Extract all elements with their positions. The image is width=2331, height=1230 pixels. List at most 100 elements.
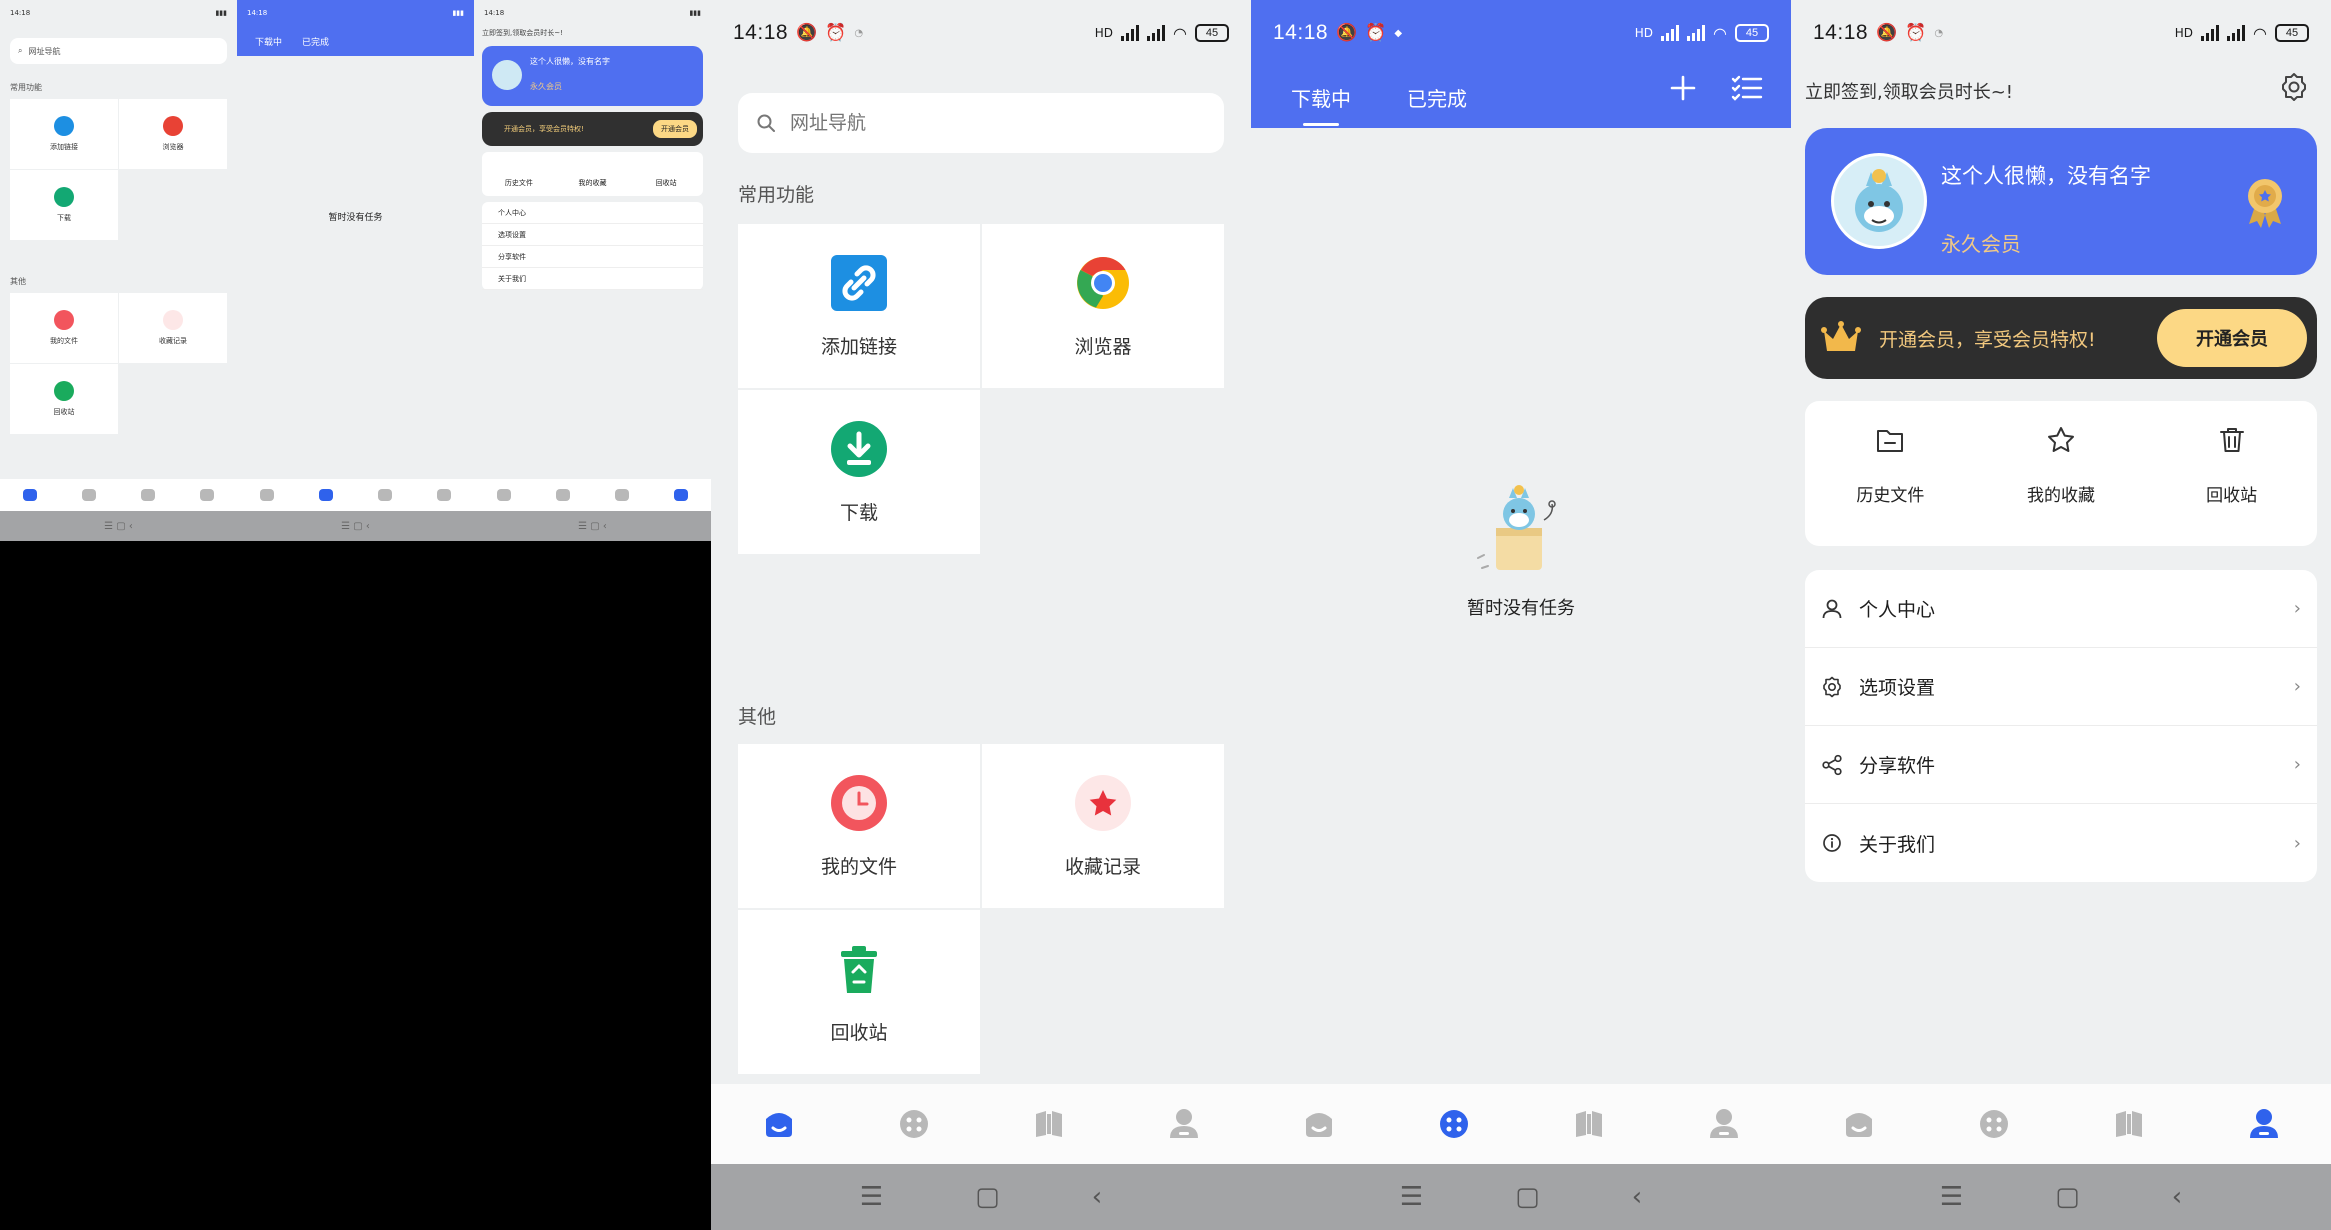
bottom-nav	[1251, 1084, 1791, 1164]
medal-icon	[2243, 176, 2287, 232]
my-favorites-button[interactable]: 我的收藏	[1976, 401, 2147, 546]
recycle-icon	[830, 940, 888, 998]
notification-icon: ◆	[1394, 27, 1403, 39]
gear-icon[interactable]	[2279, 72, 2309, 106]
search-bar[interactable]	[738, 93, 1224, 153]
crown-icon	[1821, 321, 1861, 359]
tab-downloading[interactable]: 下载中	[1291, 83, 1351, 126]
mute-icon: 🔕	[1336, 23, 1358, 43]
back-icon[interactable]: ‹	[1092, 1182, 1102, 1212]
empty-mascot-icon	[1477, 485, 1556, 570]
chevron-right-icon: ›	[2293, 598, 2301, 619]
add-link-button[interactable]: 添加链接	[738, 224, 980, 388]
bottom-nav	[711, 1084, 1251, 1164]
nav-home-icon[interactable]	[759, 1104, 799, 1144]
battery-icon: 45	[2275, 24, 2309, 42]
signal-icon	[1661, 25, 1680, 41]
mute-icon: 🔕	[796, 23, 818, 43]
alarm-icon: ⏰	[1365, 23, 1387, 43]
my-files-button[interactable]: 我的文件	[738, 744, 980, 908]
wifi-icon: ◠	[1173, 23, 1187, 43]
nav-discover-icon[interactable]	[894, 1104, 934, 1144]
tab-completed[interactable]: 已完成	[1407, 83, 1467, 112]
hd-label: HD	[2174, 26, 2194, 40]
download-button[interactable]: 下载	[738, 390, 980, 554]
thumb-mine[interactable]: 14:18 ▮▮▮ 立即签到,领取会员时长~! 这个人很懒，没有名字 永久会员 开通…	[474, 0, 711, 511]
list-icon[interactable]	[1731, 74, 1763, 106]
menu-icon[interactable]: ☰	[1400, 1182, 1423, 1212]
menu-item-share[interactable]: 分享软件 ›	[1805, 726, 2317, 804]
star-outline-icon	[2048, 427, 2074, 452]
recycle-bin-button[interactable]: 回收站	[738, 910, 980, 1074]
home-square-icon[interactable]: ▢	[1515, 1182, 1540, 1212]
status-time: 14:18	[733, 21, 789, 44]
nav-discover-icon[interactable]	[1434, 1104, 1474, 1144]
status-bar: 14:18 🔕 ⏰ ◆ HD ◠ 45	[1251, 0, 1791, 66]
menu-icon[interactable]: ☰	[860, 1182, 883, 1212]
star-icon	[1074, 774, 1132, 832]
thumbnail-strip: 14:18 ▮▮▮ ⌕ 网址导航 常用功能 添加链接 浏览器 下载 其他 我的文件…	[0, 0, 711, 541]
system-nav-bar: ☰ ▢ ‹	[1251, 1164, 1791, 1230]
nav-book-icon[interactable]	[2109, 1104, 2149, 1144]
nav-discover-icon[interactable]	[1974, 1104, 2014, 1144]
link-icon	[830, 254, 888, 312]
profile-card[interactable]: 这个人很懒，没有名字 永久会员	[1805, 128, 2317, 275]
nav-book-icon[interactable]	[1029, 1104, 1069, 1144]
thumb-home[interactable]: 14:18 ▮▮▮ ⌕ 网址导航 常用功能 添加链接 浏览器 下载 其他 我的文件…	[0, 0, 237, 511]
status-time: 14:18	[1273, 21, 1329, 44]
chrome-icon	[1074, 254, 1132, 312]
signal-icon-2	[1147, 25, 1166, 41]
chevron-right-icon: ›	[2293, 676, 2301, 697]
back-icon[interactable]: ‹	[2172, 1182, 2182, 1212]
status-bar: 14:18 🔕 ⏰ ◔ HD ◠ 45	[711, 0, 1251, 66]
bottom-nav	[1791, 1084, 2331, 1164]
sign-in-tip[interactable]: 立即签到,领取会员时长~!	[1805, 78, 2013, 104]
status-bar: 14:18 🔕 ⏰ ◔ HD ◠ 45	[1791, 0, 2331, 66]
system-nav-bar: ☰ ▢ ‹	[1791, 1164, 2331, 1230]
nav-profile-icon[interactable]	[2244, 1104, 2284, 1144]
nav-profile-icon[interactable]	[1704, 1104, 1744, 1144]
home-square-icon[interactable]: ▢	[2055, 1182, 2080, 1212]
open-vip-button[interactable]: 开通会员	[2157, 309, 2307, 367]
add-task-icon[interactable]	[1669, 74, 1697, 106]
search-input[interactable]	[790, 112, 1190, 134]
vip-banner: 开通会员，享受会员特权! 开通会员	[1805, 297, 2317, 379]
wifi-icon: ◠	[2253, 23, 2267, 43]
folder-icon	[1877, 430, 1904, 452]
nav-profile-icon[interactable]	[1164, 1104, 1204, 1144]
notification-icon: ◔	[854, 27, 864, 39]
history-files-button[interactable]: 历史文件	[1805, 401, 1976, 546]
menu-item-settings[interactable]: 选项设置 ›	[1805, 648, 2317, 726]
nav-home-icon[interactable]	[1839, 1104, 1879, 1144]
menu-icon[interactable]: ☰	[1940, 1182, 1963, 1212]
browser-button[interactable]: 浏览器	[982, 224, 1224, 388]
avatar[interactable]	[1831, 153, 1927, 249]
recycle-bin-button[interactable]: 回收站	[2146, 401, 2317, 546]
chevron-right-icon: ›	[2293, 754, 2301, 775]
hd-label: HD	[1634, 26, 1654, 40]
share-icon	[1822, 754, 1842, 775]
menu-item-about[interactable]: 关于我们 ›	[1805, 804, 2317, 882]
section-common-title: 常用功能	[738, 184, 815, 206]
hd-label: HD	[1094, 26, 1114, 40]
thumb-tasks[interactable]: 14:18 ▮▮▮ 下载中 已完成 暂时没有任务	[237, 0, 474, 511]
member-level: 永久会员	[1941, 232, 2021, 256]
vip-promo-text: 开通会员，享受会员特权!	[1879, 329, 2096, 351]
nav-book-icon[interactable]	[1569, 1104, 1609, 1144]
home-square-icon[interactable]: ▢	[975, 1182, 1000, 1212]
signal-icon	[1121, 25, 1140, 41]
quick-actions: 历史文件 我的收藏 回收站	[1805, 401, 2317, 546]
signal-icon-2	[1687, 25, 1706, 41]
tasks-screen: 14:18 🔕 ⏰ ◆ HD ◠ 45 下载中 已完成 暂时没有任务 ☰ ▢ ‹	[1251, 0, 1791, 1230]
download-icon	[830, 420, 888, 478]
alarm-icon: ⏰	[1905, 23, 1927, 43]
nav-home-icon[interactable]	[1299, 1104, 1339, 1144]
back-icon[interactable]: ‹	[1632, 1182, 1642, 1212]
menu-item-profile[interactable]: 个人中心 ›	[1805, 570, 2317, 648]
favorites-record-button[interactable]: 收藏记录	[982, 744, 1224, 908]
other-grid: 我的文件 收藏记录 回收站	[738, 744, 1224, 1074]
user-icon	[1822, 599, 1842, 618]
clock-icon	[830, 774, 888, 832]
section-other-title: 其他	[738, 706, 777, 728]
battery-icon: 45	[1735, 24, 1769, 42]
